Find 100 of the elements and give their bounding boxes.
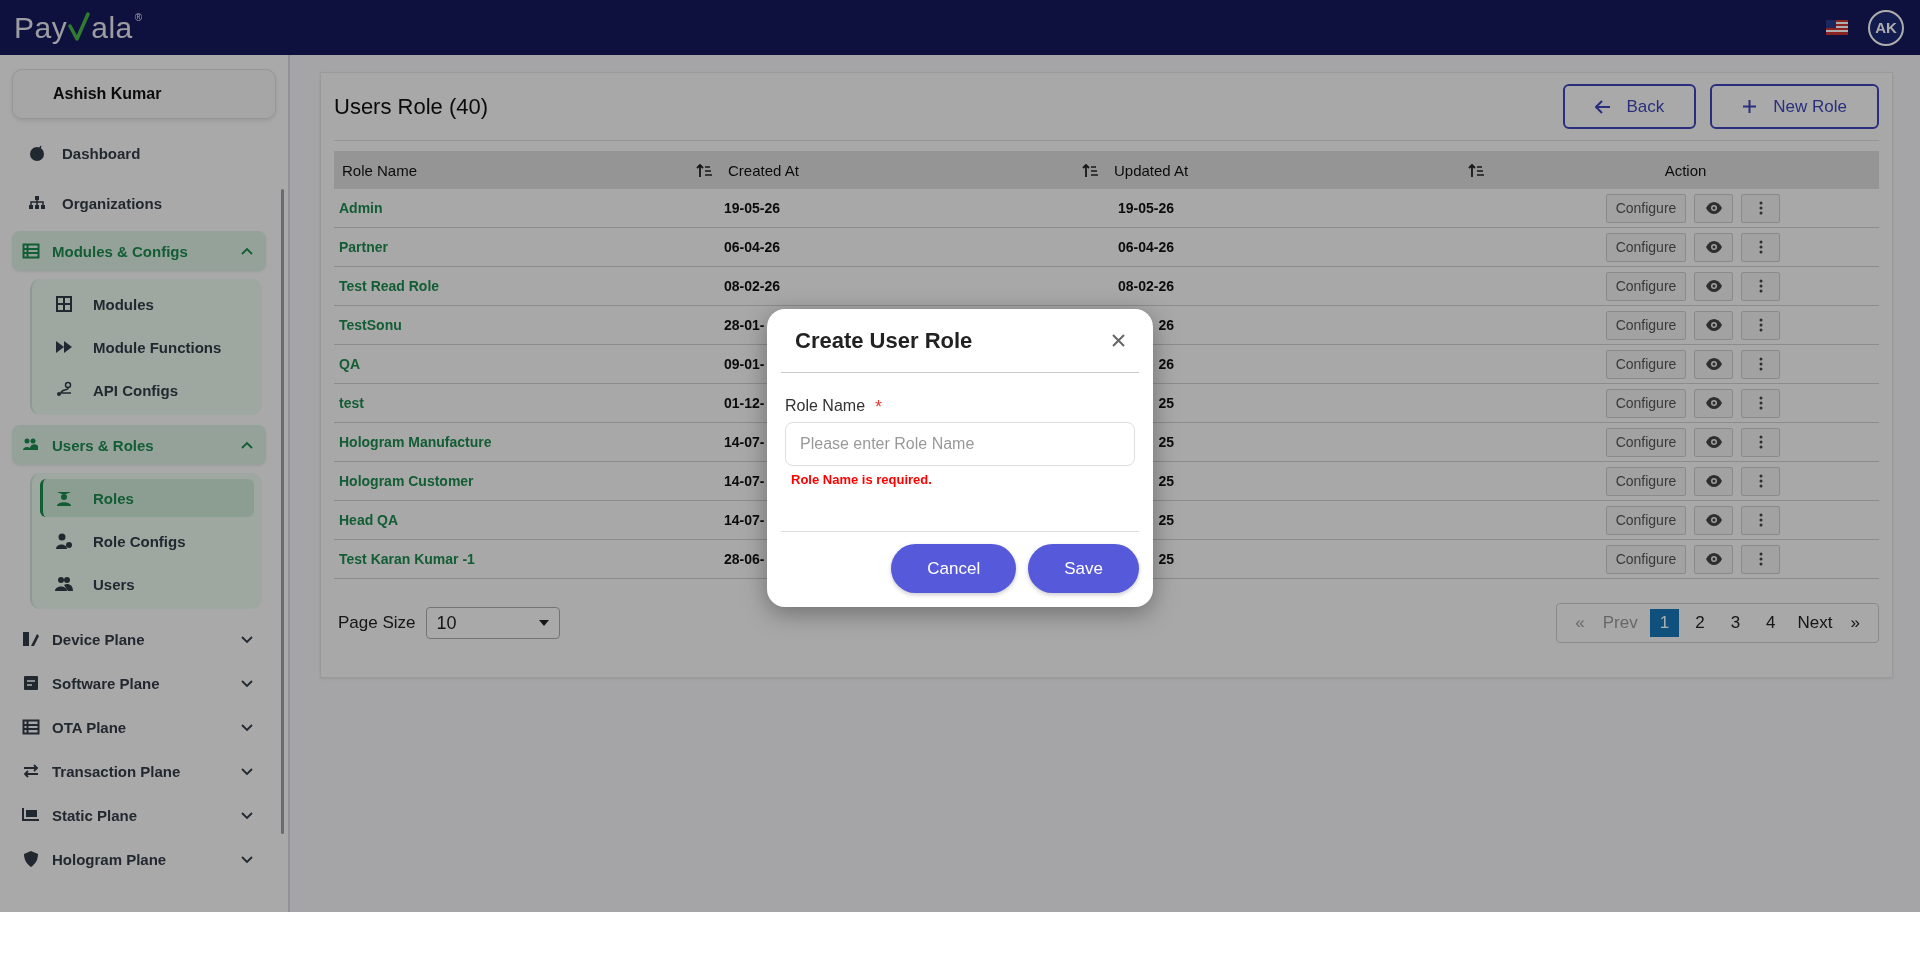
role-name-link[interactable]: Head QA: [339, 512, 399, 528]
nav-item[interactable]: Dashboard: [12, 131, 266, 175]
configure-button[interactable]: Configure: [1605, 193, 1687, 223]
table-cell: 08-02-26: [724, 278, 781, 294]
nav-group[interactable]: OTA Plane: [12, 707, 266, 747]
eye-icon: [1705, 241, 1722, 253]
page-title: Users Role (40): [334, 93, 489, 120]
save-button[interactable]: Save: [1028, 544, 1139, 593]
logo: Pay ala$^{®}$: [14, 12, 143, 43]
view-button[interactable]: [1694, 349, 1734, 379]
configure-button[interactable]: Configure: [1605, 544, 1687, 574]
table-cell: 14-07-: [724, 512, 765, 528]
more-vertical-icon: [1758, 474, 1763, 488]
more-vertical-icon: [1758, 240, 1763, 254]
configure-button[interactable]: Configure: [1605, 310, 1687, 340]
configure-button[interactable]: Configure: [1605, 505, 1687, 535]
nav-group[interactable]: Software Plane: [12, 663, 266, 703]
role-name-link[interactable]: test: [339, 395, 364, 411]
view-button[interactable]: [1694, 427, 1734, 457]
configure-button[interactable]: Configure: [1605, 466, 1687, 496]
table-cell-text: 08-02-26: [1116, 278, 1174, 294]
shield-icon: [22, 850, 40, 868]
table-cell: 14-07-: [724, 434, 765, 450]
table-cell: 28-06-: [724, 551, 765, 567]
configure-button[interactable]: Configure: [1605, 232, 1687, 262]
new-role-button[interactable]: New Role: [1710, 84, 1879, 129]
eye-icon: [1705, 397, 1722, 409]
nav-group[interactable]: Device Plane: [12, 619, 266, 659]
role-name-link[interactable]: Hologram Manufacture: [339, 434, 492, 450]
table-cell: 14-07-: [724, 473, 765, 489]
configure-button[interactable]: Configure: [1605, 427, 1687, 457]
page-link[interactable]: 2: [1685, 609, 1715, 637]
document-icon: [22, 674, 40, 692]
role-name-field[interactable]: Please enter Role Name: [785, 422, 1135, 466]
view-button[interactable]: [1694, 544, 1734, 574]
more-vertical-icon: [1758, 201, 1763, 215]
table-cell-text: 26: [1157, 356, 1174, 372]
nav-group[interactable]: Modules & Configs: [12, 231, 266, 271]
table-cell-text: 26: [1157, 317, 1174, 333]
page-link[interactable]: 1: [1649, 609, 1680, 637]
plus-icon: [1742, 99, 1758, 114]
scrollbar[interactable]: [281, 189, 284, 834]
sort-icon: [1082, 162, 1098, 178]
page-link[interactable]: 3: [1720, 609, 1751, 637]
eye-icon: [1705, 280, 1722, 292]
dialog-title: Create User Role: [795, 327, 973, 354]
view-button[interactable]: [1694, 193, 1734, 223]
configure-button[interactable]: Configure: [1605, 271, 1687, 301]
grid-icon: [55, 295, 73, 313]
configure-button[interactable]: Configure: [1605, 349, 1687, 379]
sort-icon: [696, 162, 712, 178]
eye-icon: [1705, 202, 1722, 214]
arrow-left-icon: [1594, 99, 1611, 114]
view-button[interactable]: [1694, 232, 1734, 262]
eye-icon: [1705, 475, 1722, 487]
nav-item[interactable]: Users: [40, 565, 254, 603]
role-name-link[interactable]: Admin: [339, 200, 383, 216]
swap-arrows-icon: [22, 762, 40, 780]
more-vertical-icon: [1758, 396, 1763, 410]
nav-item[interactable]: Modules: [40, 285, 254, 323]
role-name-link[interactable]: QA: [339, 356, 360, 372]
avatar[interactable]: AK: [1868, 9, 1904, 46]
back-button[interactable]: Back: [1562, 84, 1697, 129]
nav-item[interactable]: Organizations: [12, 181, 266, 225]
nav-group[interactable]: Transaction Plane: [12, 751, 266, 791]
nav-item[interactable]: Role Configs: [40, 522, 254, 560]
configure-button[interactable]: Configure: [1605, 388, 1687, 418]
role-name-link[interactable]: Partner: [339, 239, 389, 255]
view-button[interactable]: [1694, 310, 1734, 340]
more-vertical-icon: [1758, 552, 1763, 566]
nav-group[interactable]: Static Plane: [12, 795, 266, 835]
more-vertical-icon: [1758, 513, 1763, 527]
table-cell-text: 25: [1157, 551, 1174, 567]
view-button[interactable]: [1694, 271, 1734, 301]
role-name-link[interactable]: TestSonu: [339, 317, 402, 333]
view-button[interactable]: [1694, 505, 1734, 535]
nav-item[interactable]: Module Functions: [40, 328, 254, 366]
role-name-link[interactable]: Test Karan Kumar -1: [339, 551, 475, 567]
table-cell: 06-04-26: [724, 239, 781, 255]
fast-forward-icon: [55, 338, 73, 356]
check-mark-icon: [68, 12, 91, 42]
close-button[interactable]: [1110, 332, 1127, 349]
cancel-button[interactable]: Cancel: [891, 544, 1017, 593]
close-icon: [1112, 334, 1125, 347]
flag-icon: [1826, 20, 1848, 35]
page-size-select[interactable]: 10: [425, 607, 560, 639]
role-name-link[interactable]: Hologram Customer: [339, 473, 474, 489]
page-link[interactable]: 4: [1756, 609, 1786, 637]
view-button[interactable]: [1694, 466, 1734, 496]
nav-item[interactable]: API Configs: [40, 371, 254, 409]
last-page-link[interactable]: »: [1844, 613, 1866, 633]
nav-item[interactable]: Roles: [40, 479, 254, 517]
table-cell: 09-01-: [724, 356, 765, 372]
nav-group[interactable]: Hologram Plane: [12, 839, 266, 879]
nav-group[interactable]: Users & Roles: [12, 425, 266, 465]
table-cell-text: 19-05-26: [1116, 200, 1174, 216]
next-page-link[interactable]: Next: [1791, 613, 1839, 633]
eye-icon: [1705, 514, 1722, 526]
role-name-link[interactable]: Test Read Role: [339, 278, 440, 294]
view-button[interactable]: [1694, 388, 1734, 418]
